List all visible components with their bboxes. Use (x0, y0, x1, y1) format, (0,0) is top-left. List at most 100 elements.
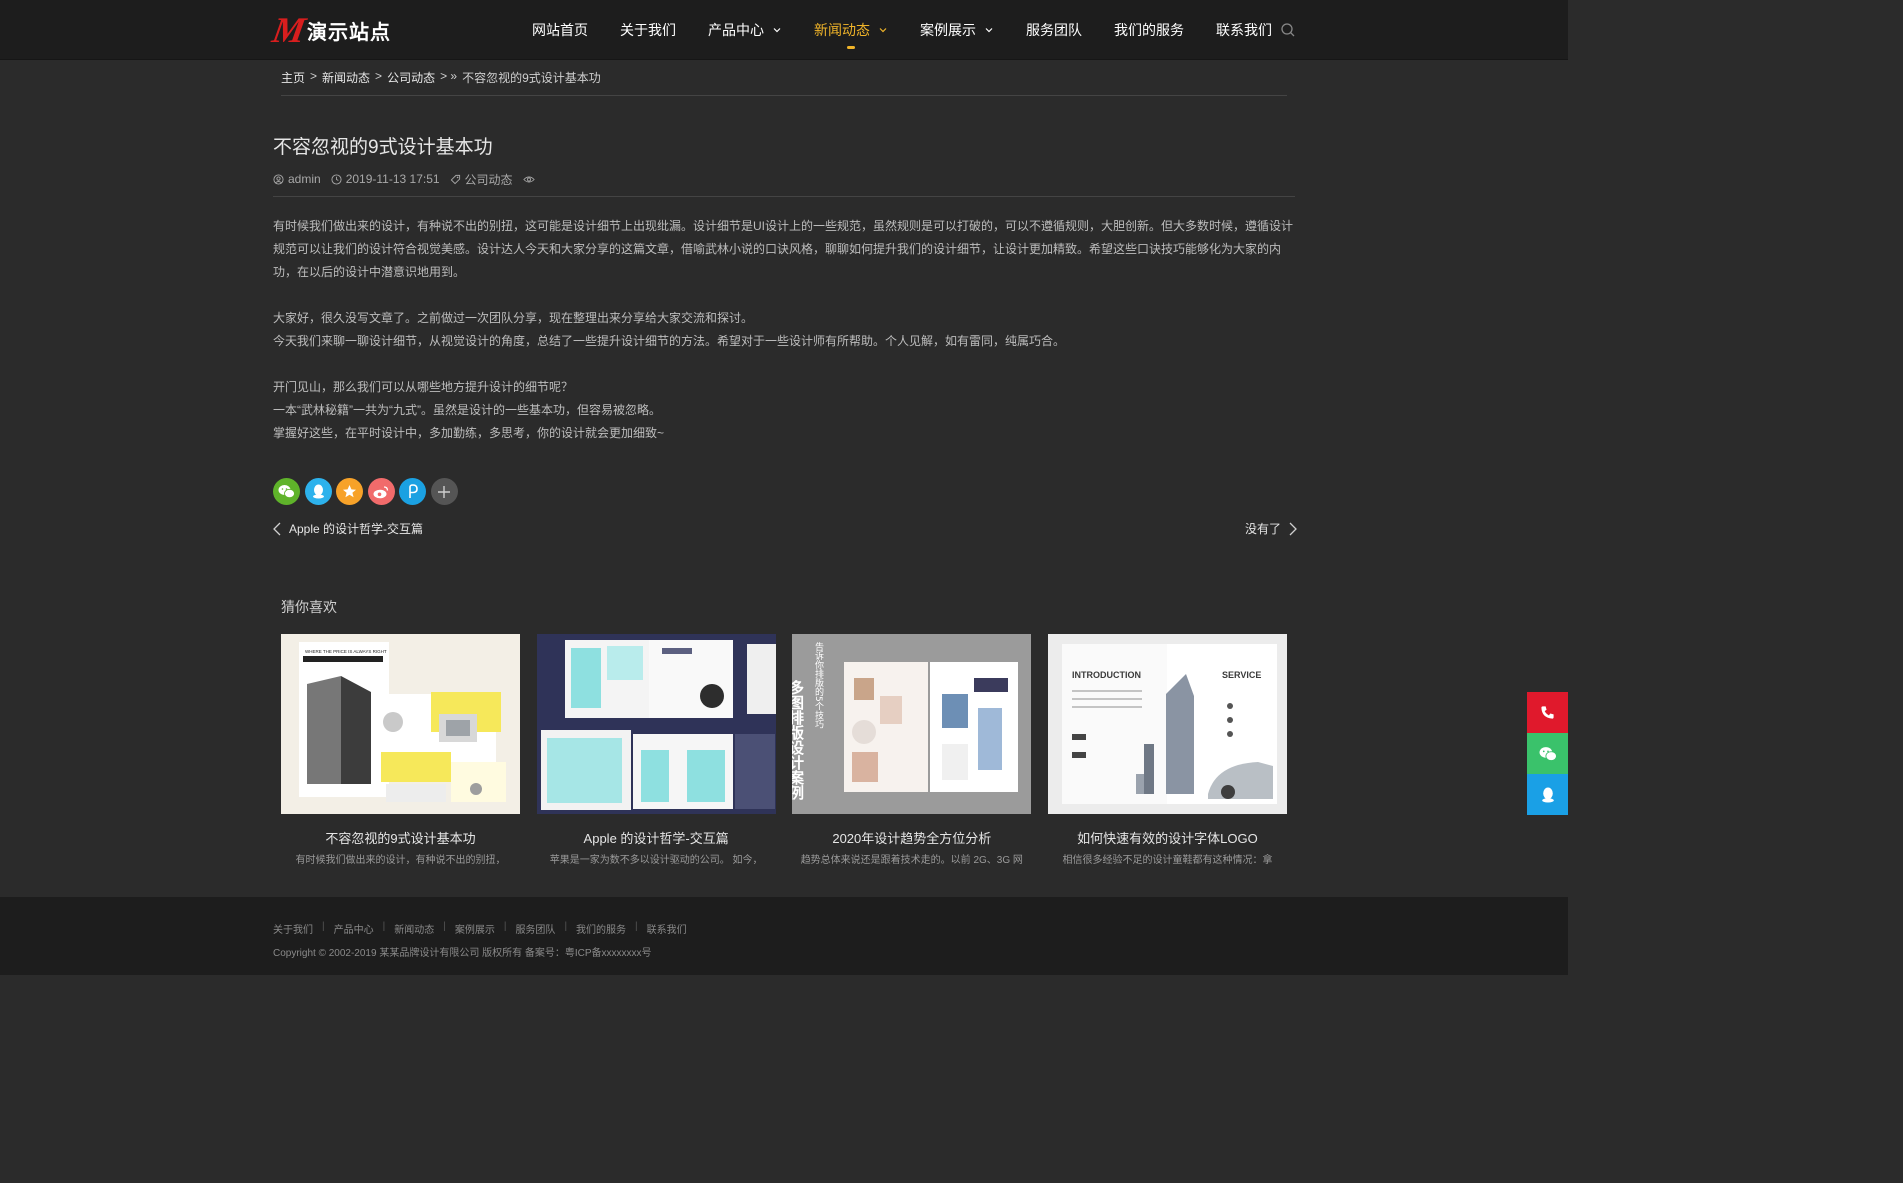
share-douban-button[interactable] (399, 478, 426, 505)
related-card[interactable]: INTRODUCTION SERVICE 如何快速有效的设计字体LOGO 相信很… (1047, 634, 1287, 866)
nav-label: 联系我们 (1216, 21, 1272, 38)
nav-label: 产品中心 (708, 21, 764, 38)
footer-link[interactable]: 联系我们 (647, 921, 687, 936)
nav-label: 我们的服务 (1114, 21, 1184, 38)
nav-item-about[interactable]: 关于我们 (604, 0, 692, 59)
nav-label: 服务团队 (1026, 21, 1082, 38)
copyright-text: Copyright © 2002-2019 某某品牌设计有限公司 版权所有 备案… (273, 948, 652, 959)
brochure-image: WHERE THE PRICE IS ALWAYS RIGHT (281, 634, 520, 814)
nav-item-news[interactable]: 新闻动态 (798, 0, 904, 59)
footer-link[interactable]: 产品中心 (334, 921, 374, 936)
share-wechat-button[interactable] (273, 478, 300, 505)
article-paragraph: 一本“武林秘籍”一共为“九式”。虽然是设计的一些基本功，但容易被忽略。 (273, 403, 661, 417)
footer-link[interactable]: 案例展示 (455, 921, 495, 936)
eye-icon (522, 176, 535, 182)
chevron-right-icon (1289, 522, 1297, 535)
breadcrumb-separator: > (310, 69, 318, 83)
nav-item-contact[interactable]: 联系我们 (1200, 0, 1288, 59)
related-card[interactable]: WHERE THE PRICE IS ALWAYS RIGHT 不容忽视的9式设… (281, 634, 520, 866)
clock-icon (331, 173, 342, 185)
related-card-desc: 有时候我们做出来的设计，有种说不出的别扭， (295, 855, 506, 866)
nav-label: 关于我们 (620, 21, 676, 38)
brochure-image (536, 634, 776, 814)
nav-item-home[interactable]: 网站首页 (516, 0, 604, 59)
article-meta: admin 2019-11-13 17:51 公司动态 (273, 168, 1295, 197)
footer-link[interactable]: 关于我们 (273, 921, 313, 936)
related-card-desc: 苹果是一家为数不多以设计驱动的公司。 如今， (549, 855, 763, 866)
site-logo[interactable]: M 演示站点 (269, 10, 392, 50)
meta-category[interactable]: 公司动态 (450, 171, 513, 188)
plus-icon (438, 485, 450, 498)
share-weibo-button[interactable] (367, 478, 395, 505)
breadcrumb-company-news[interactable]: 公司动态 (387, 69, 435, 86)
nav-item-services[interactable]: 我们的服务 (1098, 0, 1200, 59)
qq-icon (1541, 787, 1554, 802)
wechat-icon (1539, 746, 1557, 761)
tag-icon (450, 174, 460, 184)
related-card-title: 不容忽视的9式设计基本功 (325, 831, 476, 846)
site-header: M 演示站点 网站首页 关于我们 产品中心 新闻动态 案例展示 服务团队 我们的… (0, 0, 1568, 60)
thumb-vertical-subtitle: 告诉你排版的5个技巧 (813, 641, 824, 730)
breadcrumb-separator: > » (440, 69, 458, 83)
wechat-icon (278, 485, 295, 499)
chevron-down-icon (879, 27, 887, 32)
next-article-title: 没有了 (1244, 522, 1281, 536)
search-icon[interactable] (1280, 22, 1296, 38)
related-card[interactable]: 多图排版设计案例 告诉你排版的5个技巧 2020年设计趋势全方位分析 趋势总体来… (792, 634, 1032, 866)
float-wechat-button[interactable] (1527, 733, 1568, 774)
footer-links: 关于我们 | 产品中心 | 新闻动态 | 案例展示 | 服务团队 | 我们的服务 | 联系我… (273, 921, 687, 936)
related-card-title: 如何快速有效的设计字体LOGO (1077, 831, 1258, 846)
site-footer: 关于我们 | 产品中心 | 新闻动态 | 案例展示 | 服务团队 | 我们的服务 | 联系我… (0, 897, 1568, 975)
breadcrumb-current: 不容忽视的9式设计基本功 (462, 71, 601, 85)
phone-icon (1541, 706, 1554, 719)
thumb-vertical-title: 多图排版设计案例 (792, 679, 805, 801)
article-paragraph: 大家好，很久没写文章了。之前做过一次团队分享，现在整理出来分享给大家交流和探讨。 (273, 311, 754, 325)
related-thumbnail: INTRODUCTION SERVICE (1047, 634, 1287, 814)
breadcrumb-separator: > (375, 69, 383, 83)
qq-icon (312, 484, 324, 499)
article-title: 不容忽视的9式设计基本功 (273, 137, 493, 158)
thumb-intro-text: INTRODUCTION (1072, 670, 1141, 680)
related-thumbnail: 多图排版设计案例 告诉你排版的5个技巧 (792, 634, 1032, 814)
article-paragraph: 有时候我们做出来的设计，有种说不出的别扭，这可能是设计细节上出现纰漏。设计细节是… (273, 219, 1294, 279)
nav-item-team[interactable]: 服务团队 (1010, 0, 1098, 59)
article-body: 有时候我们做出来的设计，有种说不出的别扭，这可能是设计细节上出现纰漏。设计细节是… (273, 215, 1295, 445)
footer-link[interactable]: 我们的服务 (576, 921, 626, 936)
next-article-link[interactable]: 没有了 (1245, 520, 1297, 537)
prev-next-nav: Apple 的设计哲学-交互篇 没有了 (273, 520, 1297, 542)
related-thumbnail (536, 634, 776, 814)
share-bar (273, 478, 462, 505)
brochure-image: INTRODUCTION SERVICE (1047, 634, 1287, 814)
author-name: admin (288, 172, 321, 186)
floating-contact-bar (1527, 692, 1568, 815)
meta-date: 2019-11-13 17:51 (331, 172, 440, 186)
related-heading: 猜你喜欢 (281, 599, 337, 615)
breadcrumb-home[interactable]: 主页 (281, 69, 305, 86)
publish-date: 2019-11-13 17:51 (345, 172, 440, 186)
breadcrumb: 主页 > 新闻动态 > 公司动态 > » 不容忽视的9式设计基本功 (281, 69, 1287, 96)
share-more-button[interactable] (430, 478, 458, 505)
prev-article-link[interactable]: Apple 的设计哲学-交互篇 (273, 520, 423, 537)
article-paragraph: 开门见山，那么我们可以从哪些地方提升设计的细节呢？ (273, 380, 574, 394)
footer-link[interactable]: 新闻动态 (394, 921, 434, 936)
related-card-desc: 趋势总体来说还是跟着技术走的。以前 2G、3G 网 (800, 855, 1023, 866)
chevron-down-icon (985, 27, 993, 32)
share-qzone-button[interactable] (336, 478, 363, 505)
user-icon (273, 173, 284, 185)
breadcrumb-news[interactable]: 新闻动态 (322, 69, 370, 86)
float-phone-button[interactable] (1527, 692, 1568, 733)
footer-link[interactable]: 服务团队 (515, 921, 555, 936)
related-card[interactable]: Apple 的设计哲学-交互篇 苹果是一家为数不多以设计驱动的公司。 如今， (536, 634, 776, 866)
nav-item-cases[interactable]: 案例展示 (904, 0, 1010, 59)
logo-text: 演示站点 (307, 21, 392, 44)
thumb-service-text: SERVICE (1222, 670, 1261, 680)
thumb-headline: WHERE THE PRICE IS ALWAYS RIGHT (305, 649, 387, 654)
share-qq-button[interactable] (304, 478, 332, 505)
nav-item-products[interactable]: 产品中心 (692, 0, 798, 59)
article: 不容忽视的9式设计基本功 admin 2019-11-13 17:51 公司动态… (273, 134, 1295, 445)
prev-article-title: Apple 的设计哲学-交互篇 (289, 522, 424, 536)
float-qq-button[interactable] (1527, 774, 1568, 815)
nav-label: 案例展示 (920, 21, 976, 38)
article-paragraph: 掌握好这些，在平时设计中，多加勤练，多思考，你的设计就会更加细致~ (273, 426, 665, 440)
nav-label: 新闻动态 (814, 21, 870, 38)
